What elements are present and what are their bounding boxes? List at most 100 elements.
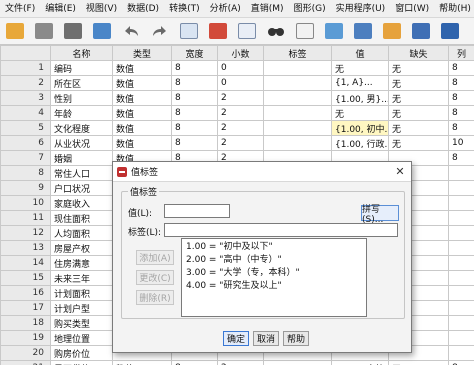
table-cell[interactable] bbox=[448, 180, 474, 196]
menu-transform[interactable]: 转换(T) bbox=[164, 0, 205, 18]
table-cell[interactable]: 2 bbox=[217, 90, 264, 106]
row-number[interactable]: 18 bbox=[0, 315, 51, 331]
table-cell[interactable]: 无 bbox=[388, 75, 449, 91]
table-cell[interactable]: 人均面积 bbox=[50, 225, 113, 241]
table-cell[interactable]: 户口状况 bbox=[50, 180, 113, 196]
table-cell[interactable]: 购房价位 bbox=[50, 345, 113, 361]
table-cell[interactable]: 8 bbox=[171, 60, 218, 76]
table-cell[interactable]: 数值 bbox=[112, 90, 172, 106]
table-cell[interactable]: 8 bbox=[171, 360, 218, 365]
table-cell[interactable]: {1, A}... bbox=[331, 75, 389, 91]
menu-direct-marketing[interactable]: 直销(M) bbox=[246, 0, 289, 18]
table-cell[interactable]: 无 bbox=[388, 60, 449, 76]
column-header[interactable]: 缺失 bbox=[388, 45, 449, 61]
row-number[interactable]: 9 bbox=[0, 180, 51, 196]
row-number[interactable]: 21 bbox=[0, 360, 51, 365]
table-cell[interactable]: 未来三年 bbox=[50, 270, 113, 286]
table-cell[interactable]: 数值 bbox=[112, 120, 172, 136]
table-cell[interactable] bbox=[448, 345, 474, 361]
table-cell[interactable]: 2 bbox=[217, 120, 264, 136]
list-item[interactable]: 4.00 = "研究生及以上" bbox=[186, 280, 362, 293]
table-cell[interactable]: 8 bbox=[171, 135, 218, 151]
table-cell[interactable]: 8 bbox=[448, 360, 474, 365]
menu-utilities[interactable]: 实用程序(U) bbox=[331, 0, 391, 18]
table-cell[interactable]: 8 bbox=[171, 90, 218, 106]
close-icon[interactable]: ✕ bbox=[393, 165, 407, 179]
table-cell[interactable] bbox=[448, 300, 474, 316]
remove-button[interactable]: 删除(R) bbox=[136, 290, 174, 305]
table-cell[interactable] bbox=[263, 60, 332, 76]
table-cell[interactable]: 计划户型 bbox=[50, 300, 113, 316]
table-cell[interactable]: 8 bbox=[448, 60, 474, 76]
menu-edit[interactable]: 编辑(E) bbox=[40, 0, 81, 18]
column-header[interactable]: 小数 bbox=[217, 45, 264, 61]
table-cell[interactable]: 文化程度 bbox=[50, 120, 113, 136]
table-cell[interactable] bbox=[448, 270, 474, 286]
value-labels-icon[interactable] bbox=[437, 20, 463, 42]
table-cell[interactable]: 无 bbox=[388, 90, 449, 106]
row-number[interactable]: 15 bbox=[0, 270, 51, 286]
table-cell[interactable]: 婚姻 bbox=[50, 150, 113, 166]
table-cell[interactable] bbox=[448, 195, 474, 211]
open-folder-icon[interactable] bbox=[2, 20, 28, 42]
table-cell[interactable]: 无 bbox=[388, 135, 449, 151]
table-cell[interactable]: {1.00, 行政... bbox=[331, 135, 389, 151]
table-cell[interactable]: 10 bbox=[448, 135, 474, 151]
redo-icon[interactable] bbox=[147, 20, 173, 42]
table-cell[interactable]: 8 bbox=[448, 105, 474, 121]
table-cell[interactable] bbox=[448, 225, 474, 241]
row-number[interactable]: 4 bbox=[0, 105, 51, 121]
table-cell[interactable] bbox=[448, 240, 474, 256]
table-cell[interactable]: 无 bbox=[388, 120, 449, 136]
column-header[interactable]: 宽度 bbox=[171, 45, 218, 61]
column-header[interactable]: 名称 bbox=[50, 45, 113, 61]
table-cell[interactable]: 无 bbox=[331, 60, 389, 76]
table-cell[interactable]: 常住人口 bbox=[50, 165, 113, 181]
row-number[interactable]: 16 bbox=[0, 285, 51, 301]
table-cell[interactable]: 购买类型 bbox=[50, 315, 113, 331]
goto-case-icon[interactable] bbox=[176, 20, 202, 42]
spelling-button[interactable]: 拼写(S)... bbox=[361, 205, 399, 225]
table-cell[interactable]: {1.00, 自筹}... bbox=[331, 360, 389, 365]
row-number[interactable]: 6 bbox=[0, 135, 51, 151]
save-icon[interactable] bbox=[31, 20, 57, 42]
table-cell[interactable]: 无 bbox=[331, 105, 389, 121]
table-cell[interactable]: 住房满意 bbox=[50, 255, 113, 271]
table-cell[interactable]: 年龄 bbox=[50, 105, 113, 121]
table-cell[interactable]: 2 bbox=[217, 360, 264, 365]
table-cell[interactable]: 地理位置 bbox=[50, 330, 113, 346]
goto-variable-icon[interactable] bbox=[205, 20, 231, 42]
table-cell[interactable]: 数值 bbox=[112, 105, 172, 121]
row-number[interactable]: 13 bbox=[0, 240, 51, 256]
insert-variable-icon[interactable] bbox=[321, 20, 347, 42]
table-cell[interactable]: 8 bbox=[448, 120, 474, 136]
table-cell[interactable]: 编码 bbox=[50, 60, 113, 76]
list-item[interactable]: 3.00 = "大学（专，本科）" bbox=[186, 267, 362, 280]
undo-icon[interactable] bbox=[118, 20, 144, 42]
table-cell[interactable]: 8 bbox=[171, 75, 218, 91]
value-input[interactable] bbox=[164, 204, 230, 218]
menu-view[interactable]: 视图(V) bbox=[81, 0, 122, 18]
value-labels-list[interactable]: 1.00 = "初中及以下" 2.00 = "高中（中专）" 3.00 = "大… bbox=[181, 238, 367, 317]
cancel-button[interactable]: 取消 bbox=[253, 331, 279, 346]
menu-analyze[interactable]: 分析(A) bbox=[205, 0, 246, 18]
table-cell[interactable] bbox=[263, 90, 332, 106]
row-number[interactable]: 10 bbox=[0, 195, 51, 211]
help-button[interactable]: 帮助 bbox=[283, 331, 309, 346]
ok-button[interactable]: 确定 bbox=[223, 331, 249, 346]
table-cell[interactable]: 2 bbox=[217, 105, 264, 121]
table-cell[interactable] bbox=[448, 210, 474, 226]
row-number[interactable]: 14 bbox=[0, 255, 51, 271]
table-cell[interactable]: 数值 bbox=[112, 60, 172, 76]
table-cell[interactable]: 计划面积 bbox=[50, 285, 113, 301]
table-cell[interactable] bbox=[263, 105, 332, 121]
table-cell[interactable]: 8 bbox=[448, 150, 474, 166]
table-cell[interactable]: 8 bbox=[448, 90, 474, 106]
row-number[interactable]: 1 bbox=[0, 60, 51, 76]
table-cell[interactable]: 2 bbox=[217, 135, 264, 151]
menu-data[interactable]: 数据(D) bbox=[122, 0, 164, 18]
table-cell[interactable] bbox=[263, 75, 332, 91]
table-cell[interactable] bbox=[448, 165, 474, 181]
row-number[interactable]: 20 bbox=[0, 345, 51, 361]
table-cell[interactable] bbox=[448, 330, 474, 346]
